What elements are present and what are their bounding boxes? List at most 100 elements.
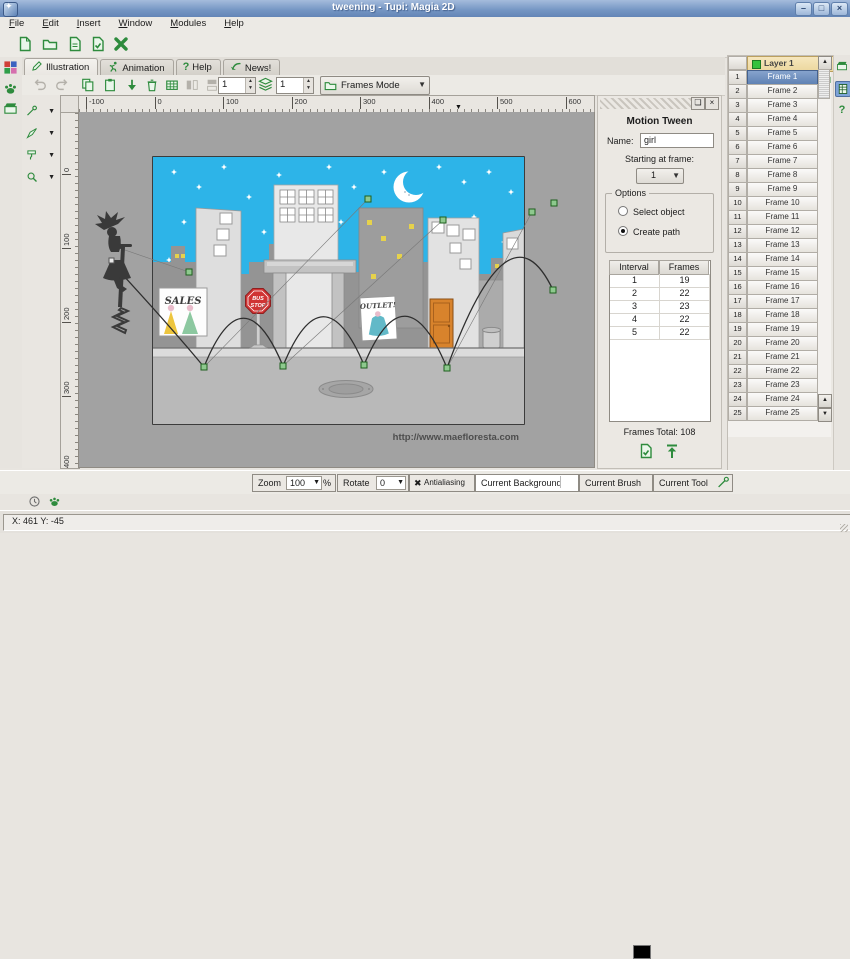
close-panel-button[interactable]: × (705, 97, 719, 110)
zoom-combobox[interactable]: 100 ▼ (286, 476, 322, 490)
frame-number-cell[interactable]: 14 (728, 252, 747, 267)
frame-number-cell[interactable]: 10 (728, 196, 747, 211)
chevron-down-icon[interactable]: ▼ (48, 174, 55, 181)
menu-item-file[interactable]: File (0, 17, 33, 29)
tween-handle[interactable] (551, 200, 557, 206)
frame-cell[interactable]: Frame 16 (747, 280, 818, 295)
frame-number-cell[interactable]: 1 (728, 70, 747, 85)
frame-cell[interactable]: Frame 8 (747, 168, 818, 183)
layer-spinbox[interactable]: 1 ▲▼ (276, 77, 314, 94)
tab-news[interactable]: News! (223, 59, 280, 76)
frame-spin-arrows[interactable]: ▲▼ (245, 78, 255, 93)
frame-number-cell[interactable]: 17 (728, 294, 747, 309)
tween-handle[interactable] (365, 196, 371, 202)
frame-cell[interactable]: Frame 14 (747, 252, 818, 267)
layer-spin-arrows[interactable]: ▲▼ (303, 78, 313, 93)
library-panel-icon[interactable] (3, 101, 19, 117)
chevron-down-icon[interactable]: ▼ (48, 130, 55, 137)
frame-cell[interactable]: Frame 3 (747, 98, 818, 113)
tab-animation[interactable]: Animation (100, 59, 173, 76)
open-project-button[interactable] (38, 33, 62, 57)
frame-cell[interactable]: Frame 12 (747, 224, 818, 239)
frame-cell[interactable]: Frame 18 (747, 308, 818, 323)
flip-horizontal-button[interactable] (182, 76, 202, 94)
frame-number-cell[interactable]: 23 (728, 378, 747, 393)
frame-cell[interactable]: Frame 25 (747, 406, 818, 421)
tween-name-input[interactable]: girl (640, 133, 714, 148)
frame-number-cell[interactable]: 2 (728, 84, 747, 99)
insert-frame-button[interactable] (122, 76, 142, 94)
menu-item-modules[interactable]: Modules (161, 17, 215, 29)
frame-number-cell[interactable]: 21 (728, 350, 747, 365)
frames-scrollbar[interactable]: ▲ ▲ ▼ (818, 69, 830, 437)
scroll-track[interactable] (818, 69, 830, 99)
frame-number-cell[interactable]: 22 (728, 364, 747, 379)
frame-cell[interactable]: Frame 5 (747, 126, 818, 141)
save-as-button[interactable] (86, 33, 110, 57)
frame-number-cell[interactable]: 16 (728, 280, 747, 295)
frame-number-cell[interactable]: 15 (728, 266, 747, 281)
canvas-scene[interactable]: SALES BUS STOP OUTLET! (79, 112, 594, 467)
timer-icon[interactable] (28, 495, 42, 509)
menu-item-help[interactable]: Help (215, 17, 253, 29)
frame-cell[interactable]: Frame 20 (747, 336, 818, 351)
tool-zoom-button[interactable]: ▼ (24, 169, 57, 187)
frame-cell[interactable]: Frame 17 (747, 294, 818, 309)
frame-cell[interactable]: Frame 6 (747, 140, 818, 155)
frame-cell[interactable]: Frame 21 (747, 350, 818, 365)
help-panel-icon[interactable]: ? (835, 103, 849, 117)
maximize-button[interactable]: □ (813, 2, 830, 16)
scroll-up-button[interactable]: ▲ (818, 394, 831, 408)
panel-drag-handle[interactable] (600, 98, 692, 109)
brush-color-swatch[interactable] (633, 945, 651, 959)
frame-cell[interactable]: Frame 13 (747, 238, 818, 253)
frame-cell[interactable]: Frame 2 (747, 84, 818, 99)
menu-item-window[interactable]: Window (109, 17, 161, 29)
close-project-button[interactable] (109, 33, 133, 57)
tween-handle[interactable] (529, 209, 535, 215)
close-tween-button[interactable] (664, 443, 682, 461)
frame-cell[interactable]: Frame 19 (747, 322, 818, 337)
frame-cell[interactable]: Frame 23 (747, 378, 818, 393)
frame-number-cell[interactable]: 6 (728, 140, 747, 155)
canvas-workspace[interactable]: SALES BUS STOP OUTLET! (78, 112, 595, 468)
tool-selection-button[interactable]: ▼ (24, 125, 57, 143)
tool-fill-button[interactable]: ▼ (24, 147, 57, 165)
tween-handle[interactable] (550, 287, 556, 293)
frame-spinbox[interactable]: 1 ▲▼ (218, 77, 256, 94)
menu-item-insert[interactable]: Insert (68, 17, 110, 29)
tool-contour-button[interactable]: ▼ (24, 103, 57, 121)
frame-cell[interactable]: Frame 7 (747, 154, 818, 169)
frame-cell[interactable]: Frame 9 (747, 182, 818, 197)
float-panel-button[interactable]: ❏ (691, 97, 705, 110)
frame-cell[interactable]: Frame 11 (747, 210, 818, 225)
grid-button[interactable] (162, 76, 182, 94)
frame-number-cell[interactable]: 19 (728, 322, 747, 337)
chevron-down-icon[interactable]: ▼ (48, 108, 55, 115)
save-project-button[interactable] (63, 33, 87, 57)
frame-number-cell[interactable]: 3 (728, 98, 747, 113)
frame-number-cell[interactable]: 11 (728, 210, 747, 225)
tween-handle[interactable] (361, 362, 367, 368)
frame-number-cell[interactable]: 12 (728, 224, 747, 239)
path-start-handle[interactable] (109, 258, 114, 263)
close-button[interactable]: × (831, 2, 848, 16)
frame-number-cell[interactable]: 18 (728, 308, 747, 323)
tween-handle[interactable] (186, 269, 192, 275)
current-brush-group[interactable]: Current Brush (579, 474, 653, 492)
radio-select-object[interactable]: Select object (618, 206, 685, 217)
frames-mode-combobox[interactable]: Frames Mode ▼ (320, 76, 430, 95)
current-tool-group[interactable]: Current Tool (653, 474, 733, 492)
scroll-down-button[interactable]: ▼ (818, 408, 831, 422)
frame-cell-selected[interactable]: Frame 1 (747, 70, 818, 85)
frame-number-cell[interactable]: 13 (728, 238, 747, 253)
tab-help[interactable]: ?Help (176, 59, 221, 76)
frame-number-cell[interactable]: 8 (728, 168, 747, 183)
remove-frame-button[interactable] (142, 76, 162, 94)
paw-icon[interactable] (48, 495, 62, 509)
background-color-swatch[interactable] (560, 476, 577, 488)
tween-handle[interactable] (280, 363, 286, 369)
current-background-group[interactable]: Current Background (475, 474, 579, 492)
brushes-panel-icon[interactable] (3, 81, 19, 97)
frame-cell[interactable]: Frame 22 (747, 364, 818, 379)
